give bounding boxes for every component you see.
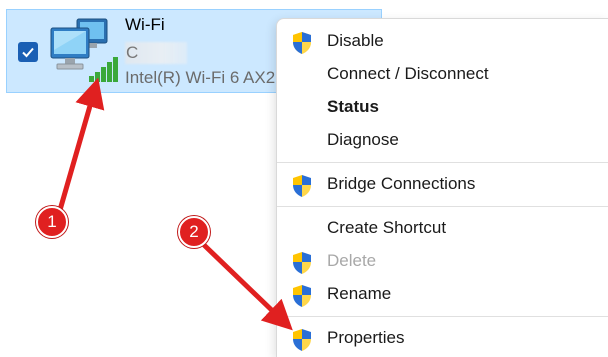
menu-item-properties[interactable]: Properties — [277, 322, 608, 354]
menu-item-diagnose[interactable]: Diagnose — [277, 124, 608, 156]
annotation-badge-2: 2 — [178, 216, 210, 248]
menu-separator — [277, 316, 608, 317]
uac-shield-icon — [293, 285, 311, 307]
adapter-device-name: Intel(R) Wi-Fi 6 AX2 — [125, 68, 276, 87]
annotation-arrow-1 — [57, 77, 105, 211]
menu-item-label: Delete — [327, 251, 377, 270]
checkmark-icon — [22, 47, 34, 58]
menu-item-create-shortcut[interactable]: Create Shortcut — [277, 212, 608, 244]
uac-shield-icon — [293, 175, 311, 197]
menu-item-label: Properties — [327, 328, 405, 347]
menu-separator — [277, 162, 608, 163]
adapter-name: Wi-Fi — [125, 15, 165, 34]
menu-item-bridge-connections[interactable]: Bridge Connections — [277, 168, 608, 200]
menu-item-label: Connect / Disconnect — [327, 64, 489, 83]
menu-item-status[interactable]: Status — [277, 91, 608, 123]
uac-shield-icon — [293, 329, 311, 351]
menu-item-label: Rename — [327, 284, 392, 303]
menu-item-delete: Delete — [277, 245, 608, 277]
uac-shield-icon — [293, 252, 311, 274]
menu-item-label: Bridge Connections — [327, 174, 476, 193]
annotation-badge-1: 1 — [36, 206, 68, 238]
menu-separator — [277, 206, 608, 207]
annotation-arrow-2 — [202, 243, 293, 331]
network-computers-icon — [50, 18, 118, 82]
adapter-network-label: C — [126, 43, 139, 62]
uac-shield-icon — [293, 32, 311, 54]
adapter-checkbox[interactable] — [18, 42, 38, 62]
menu-item-connect-disconnect[interactable]: Connect / Disconnect — [277, 58, 608, 90]
menu-item-rename[interactable]: Rename — [277, 278, 608, 310]
signal-strength-icon — [89, 57, 118, 82]
adapter-network-name: C — [125, 42, 187, 64]
menu-item-label: Diagnose — [327, 130, 399, 149]
menu-item-label: Create Shortcut — [327, 218, 447, 237]
context-menu: Disable Connect / Disconnect Status Diag… — [276, 18, 608, 357]
menu-item-label: Status — [327, 97, 379, 116]
menu-item-label: Disable — [327, 31, 384, 50]
menu-item-disable[interactable]: Disable — [277, 25, 608, 57]
